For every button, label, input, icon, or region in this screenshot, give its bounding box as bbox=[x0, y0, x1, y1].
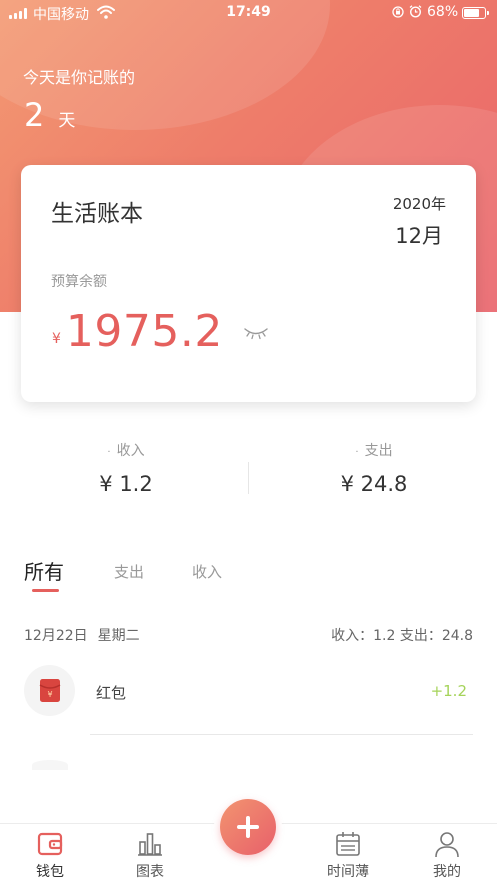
alarm-icon bbox=[409, 5, 422, 18]
streak-counter: 2 天 bbox=[24, 96, 75, 134]
bar-chart-icon bbox=[138, 833, 162, 856]
group-date: 12月22日 bbox=[24, 628, 88, 644]
period-year[interactable]: 2020年 bbox=[393, 193, 446, 214]
battery-percentage: 68% bbox=[427, 4, 459, 20]
bullet: · bbox=[107, 447, 111, 458]
tabbar-wallet[interactable]: 钱包 bbox=[10, 830, 90, 881]
svg-text:¥: ¥ bbox=[47, 690, 52, 699]
income-label: 收入 bbox=[116, 443, 145, 459]
income-summary: · 收入 ¥ 1.2 bbox=[2, 440, 250, 496]
rotation-lock-icon bbox=[392, 6, 404, 18]
user-icon bbox=[435, 832, 459, 858]
status-bar: 中国移动 17:49 68% bbox=[0, 0, 497, 26]
tabbar-wallet-label: 钱包 bbox=[36, 864, 64, 880]
tabbar-timeline-label: 时间薄 bbox=[327, 864, 369, 880]
account-book-card[interactable]: 生活账本 2020年 12月 预算余额 ¥ 1975.2 bbox=[21, 165, 476, 402]
summary-divider bbox=[248, 462, 249, 494]
add-record-button[interactable] bbox=[220, 799, 276, 855]
transaction-icon-container: ¥ bbox=[24, 665, 75, 716]
transaction-amount: +1.2 bbox=[430, 682, 467, 700]
income-total: ¥ 1.2 bbox=[99, 472, 153, 496]
battery-icon bbox=[462, 7, 489, 19]
expense-summary: · 支出 ¥ 24.8 bbox=[250, 440, 497, 496]
bullet: · bbox=[355, 447, 359, 458]
tabbar-mine-label: 我的 bbox=[433, 864, 461, 880]
day-group-header: 12月22日 星期二 收入：1.2 支出：24.8 bbox=[24, 625, 473, 645]
status-time: 17:49 bbox=[226, 4, 271, 20]
budget-balance: ¥ 1975.2 bbox=[52, 306, 269, 357]
streak-label: 今天是你记账的 bbox=[23, 68, 136, 87]
tabbar-timeline[interactable]: 时间薄 bbox=[308, 830, 388, 881]
transaction-item[interactable]: ¥ 红包 +1.2 bbox=[24, 665, 473, 735]
list-divider bbox=[90, 734, 473, 735]
streak-unit: 天 bbox=[58, 111, 76, 131]
tab-income[interactable]: 收入 bbox=[192, 561, 222, 582]
next-transaction-icon-partial bbox=[32, 760, 68, 770]
group-totals: 收入：1.2 支出：24.8 bbox=[331, 628, 473, 644]
tabbar-chart-label: 图表 bbox=[136, 864, 164, 880]
tab-all[interactable]: 所有 bbox=[24, 556, 64, 585]
currency-symbol: ¥ bbox=[52, 330, 61, 347]
tabbar-mine[interactable]: 我的 bbox=[407, 830, 487, 881]
transaction-name: 红包 bbox=[96, 684, 127, 702]
streak-days: 2 bbox=[24, 96, 45, 134]
wallet-icon bbox=[37, 832, 63, 856]
eye-closed-icon[interactable] bbox=[243, 326, 269, 340]
expense-total: ¥ 24.8 bbox=[340, 472, 408, 496]
tab-expense[interactable]: 支出 bbox=[114, 561, 144, 582]
budget-label: 预算余额 bbox=[51, 274, 107, 290]
expense-label: 支出 bbox=[364, 443, 393, 459]
period-month[interactable]: 12月 bbox=[395, 220, 443, 250]
active-tab-indicator bbox=[32, 589, 59, 592]
calendar-icon bbox=[336, 832, 360, 856]
account-book-title: 生活账本 bbox=[51, 201, 143, 227]
budget-amount: 1975.2 bbox=[65, 306, 223, 357]
income-expense-summary: · 收入 ¥ 1.2 · 支出 ¥ 24.8 bbox=[0, 440, 497, 510]
group-weekday: 星期二 bbox=[97, 628, 140, 644]
red-envelope-icon: ¥ bbox=[39, 679, 61, 702]
tabbar-chart[interactable]: 图表 bbox=[110, 830, 190, 881]
